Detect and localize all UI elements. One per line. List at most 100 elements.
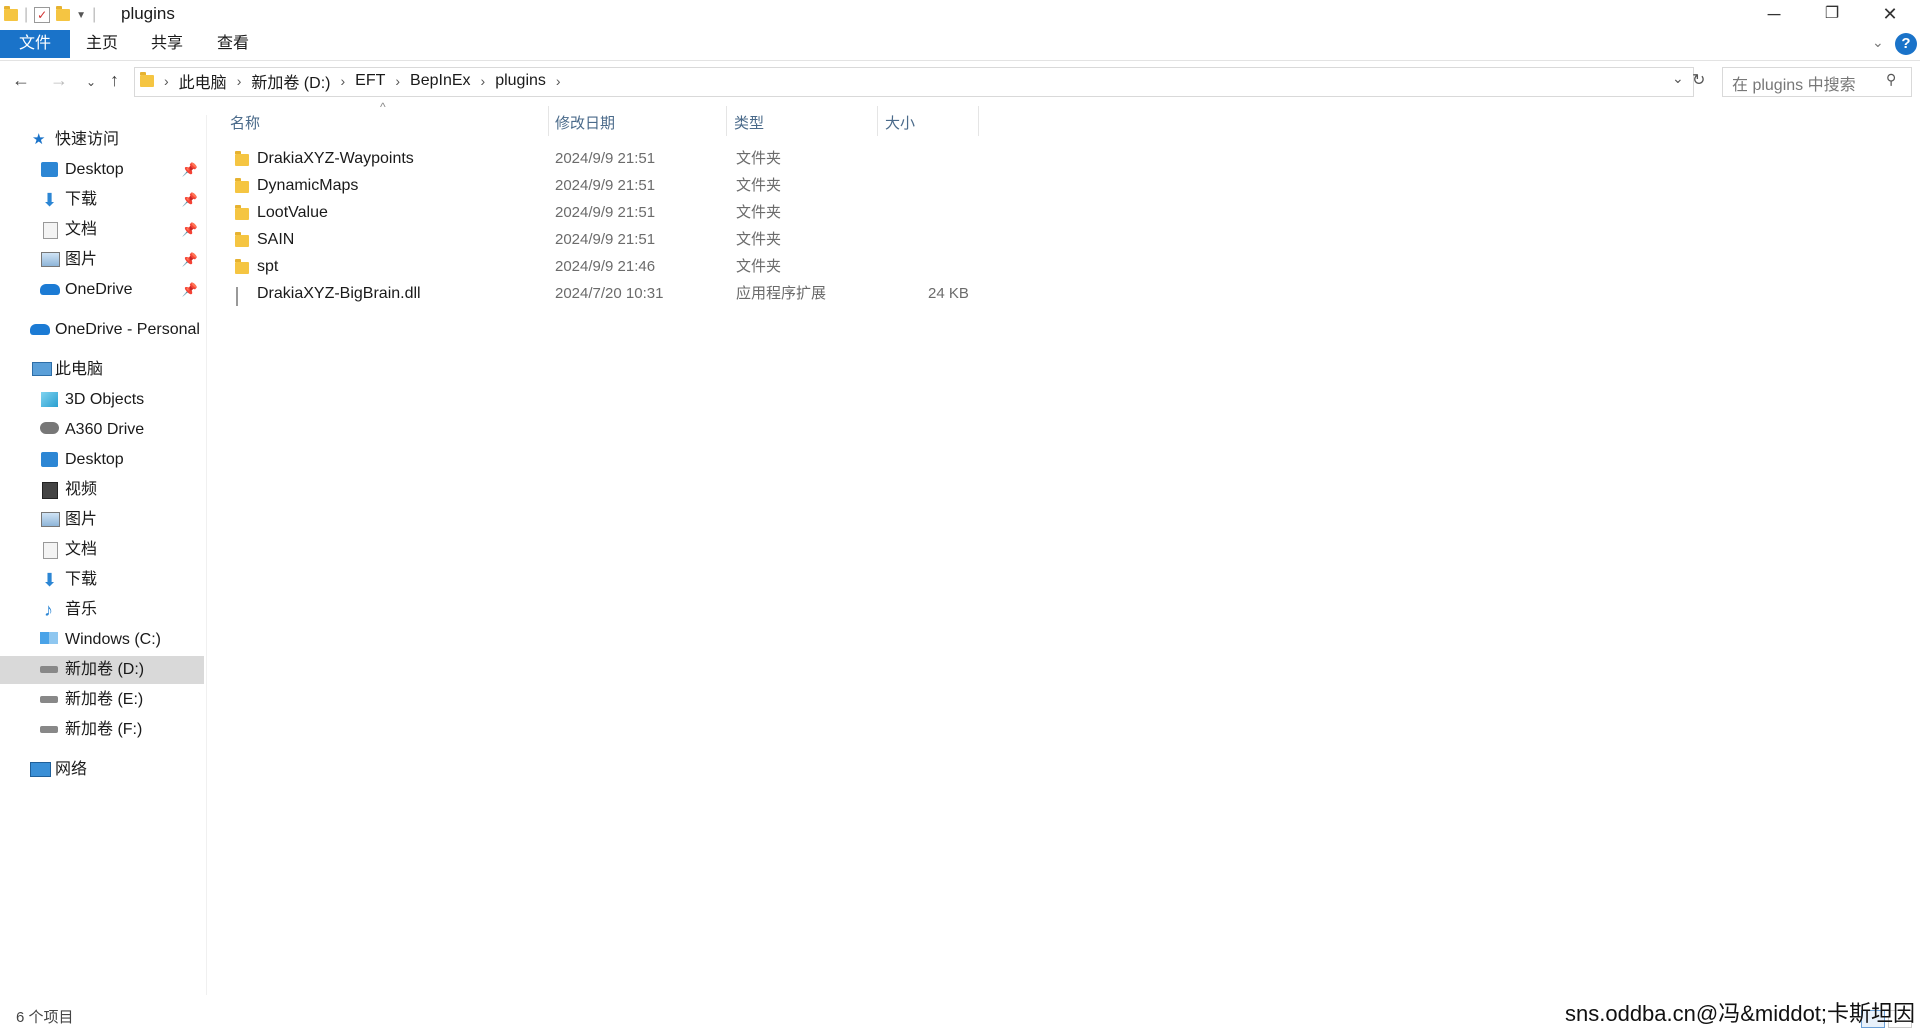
sort-ascending-icon: ^ xyxy=(380,100,386,114)
address-history-icon[interactable]: ⌄ xyxy=(1672,70,1684,87)
folder-icon xyxy=(235,259,249,274)
column-divider[interactable] xyxy=(978,106,979,136)
watermark: sns.oddba.cn@冯&middot;卡斯坦因 xyxy=(1565,1001,1916,1026)
crumb-plugins[interactable]: plugins xyxy=(489,72,552,90)
tab-share[interactable]: 共享 xyxy=(141,30,193,58)
chevron-right-icon[interactable]: › xyxy=(160,73,173,89)
file-type: 文件夹 xyxy=(736,258,782,275)
customize-toolbar-icon[interactable]: ▼ xyxy=(76,10,86,21)
sidebar-item-drive-d[interactable]: 新加卷 (D:) xyxy=(0,656,204,684)
close-button[interactable]: ✕ xyxy=(1861,0,1919,30)
sidebar-item-network[interactable]: 网络 xyxy=(0,756,204,784)
sidebar-item-downloads[interactable]: ⬇ 下载 📌 xyxy=(0,186,204,214)
refresh-icon[interactable]: ↻ xyxy=(1692,70,1705,90)
table-row[interactable]: SAIN 2024/9/9 21:51 文件夹 xyxy=(230,227,980,253)
sidebar-item-pictures[interactable]: 图片 📌 xyxy=(0,246,204,274)
download-icon: ⬇ xyxy=(42,190,58,210)
star-icon: ★ xyxy=(32,131,46,148)
sidebar-item-onedrive[interactable]: OneDrive 📌 xyxy=(0,276,204,304)
file-name: spt xyxy=(257,258,279,275)
sidebar-item-desktop-pc[interactable]: Desktop xyxy=(0,446,204,474)
sidebar-item-downloads-pc[interactable]: ⬇ 下载 xyxy=(0,566,204,594)
file-type: 文件夹 xyxy=(736,177,782,194)
file-type: 文件夹 xyxy=(736,150,782,167)
column-header-modified[interactable]: 修改日期 xyxy=(555,112,615,132)
file-modified: 2024/9/9 21:51 xyxy=(555,150,656,167)
window-title: plugins xyxy=(121,4,175,23)
properties-icon[interactable]: ✓ xyxy=(34,7,51,23)
video-icon xyxy=(42,482,58,499)
recent-locations-icon[interactable]: ⌄ xyxy=(86,75,96,89)
file-name: LootValue xyxy=(257,204,328,221)
help-icon[interactable]: ? xyxy=(1895,33,1917,55)
sidebar-item-pictures-pc[interactable]: 图片 xyxy=(0,506,204,534)
minimize-button[interactable]: ─ xyxy=(1745,0,1803,30)
sidebar-item-documents-pc[interactable]: 文档 xyxy=(0,536,204,564)
sidebar-item-videos[interactable]: 视频 xyxy=(0,476,204,504)
tab-view[interactable]: 查看 xyxy=(207,30,259,58)
column-divider[interactable] xyxy=(548,106,549,136)
crumb-eft[interactable]: EFT xyxy=(349,72,391,90)
file-modified: 2024/9/9 21:51 xyxy=(555,231,656,248)
back-button[interactable]: ← xyxy=(12,70,30,91)
maximize-button[interactable]: ❐ xyxy=(1803,0,1861,30)
pin-icon: 📌 xyxy=(181,252,198,267)
sidebar-item-music[interactable]: ♪ 音乐 xyxy=(0,596,204,624)
folder-icon xyxy=(235,232,249,247)
folder-icon xyxy=(140,72,154,87)
table-row[interactable]: spt 2024/9/9 21:46 文件夹 xyxy=(230,254,980,280)
crumb-drive-d[interactable]: 新加卷 (D:) xyxy=(245,69,336,93)
network-icon xyxy=(30,762,51,777)
sidebar-item-3d-objects[interactable]: 3D Objects xyxy=(0,386,204,414)
search-icon[interactable]: ⚲ xyxy=(1886,71,1896,88)
column-header-name[interactable]: 名称 xyxy=(230,112,260,132)
file-name: DrakiaXYZ-BigBrain.dll xyxy=(257,285,421,302)
column-header-size[interactable]: 大小 xyxy=(885,112,915,132)
drive-icon xyxy=(40,666,58,673)
column-divider[interactable] xyxy=(726,106,727,136)
file-modified: 2024/9/9 21:51 xyxy=(555,177,656,194)
forward-button[interactable]: → xyxy=(50,70,68,91)
chevron-right-icon[interactable]: › xyxy=(233,73,246,89)
column-header-type[interactable]: 类型 xyxy=(734,112,764,132)
sidebar-item-a360-drive[interactable]: A360 Drive xyxy=(0,416,204,444)
pin-icon: 📌 xyxy=(181,162,198,177)
sidebar-item-quick-access[interactable]: ★ 快速访问 xyxy=(0,126,204,154)
drive-icon xyxy=(40,696,58,703)
document-icon xyxy=(43,222,58,239)
chevron-right-icon[interactable]: › xyxy=(552,73,565,89)
new-folder-icon[interactable] xyxy=(56,6,71,21)
expand-ribbon-icon[interactable]: ⌄ xyxy=(1872,34,1884,51)
sidebar-item-drive-f[interactable]: 新加卷 (F:) xyxy=(0,716,204,744)
chevron-right-icon[interactable]: › xyxy=(391,73,404,89)
sidebar-item-documents[interactable]: 文档 📌 xyxy=(0,216,204,244)
table-row[interactable]: DrakiaXYZ-Waypoints 2024/9/9 21:51 文件夹 xyxy=(230,146,980,172)
crumb-bepinex[interactable]: BepInEx xyxy=(404,72,476,90)
table-row[interactable]: DynamicMaps 2024/9/9 21:51 文件夹 xyxy=(230,173,980,199)
a360-icon xyxy=(40,422,59,434)
sidebar-item-this-pc[interactable]: 此电脑 xyxy=(0,356,204,384)
tab-home[interactable]: 主页 xyxy=(76,30,128,58)
sidebar-item-desktop[interactable]: Desktop 📌 xyxy=(0,156,204,184)
sidebar-item-onedrive-personal[interactable]: OneDrive - Personal xyxy=(0,316,204,344)
cube-icon xyxy=(41,392,58,407)
breadcrumb: › 此电脑 › 新加卷 (D:) › EFT › BepInEx › plugi… xyxy=(140,70,565,92)
table-row[interactable]: LootValue 2024/9/9 21:51 文件夹 xyxy=(230,200,980,226)
column-divider[interactable] xyxy=(877,106,878,136)
sidebar-item-windows-c[interactable]: Windows (C:) xyxy=(0,626,204,654)
chevron-right-icon[interactable]: › xyxy=(477,73,490,89)
file-type: 文件夹 xyxy=(736,204,782,221)
table-row[interactable]: DrakiaXYZ-BigBrain.dll 2024/7/20 10:31 应… xyxy=(230,281,980,307)
toolbar-separator: | xyxy=(24,6,29,23)
crumb-this-pc[interactable]: 此电脑 xyxy=(173,69,233,93)
up-button[interactable]: ↑ xyxy=(110,70,119,91)
picture-icon xyxy=(41,512,60,527)
chevron-right-icon[interactable]: › xyxy=(336,73,349,89)
folder-icon xyxy=(4,6,18,21)
sidebar-item-drive-e[interactable]: 新加卷 (E:) xyxy=(0,686,204,714)
quick-access-toolbar: | ✓ ▼ | xyxy=(4,4,96,26)
document-icon xyxy=(43,542,58,559)
search-input[interactable]: 在 plugins 中搜索 xyxy=(1732,71,1856,95)
music-icon: ♪ xyxy=(44,600,53,620)
tab-file[interactable]: 文件 xyxy=(0,30,70,58)
